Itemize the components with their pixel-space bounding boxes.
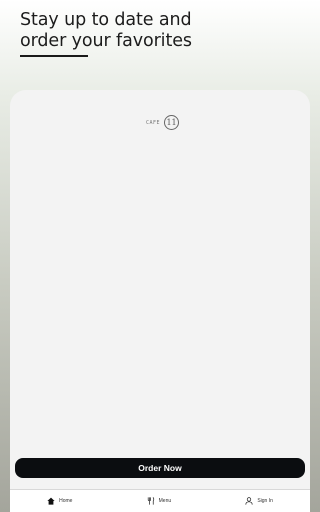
- headline-line-1: Stay up to date and: [20, 10, 192, 30]
- fork-knife-icon: [147, 497, 155, 505]
- content-card: CAFE 11: [10, 90, 310, 490]
- bottom-nav: Home Menu Sign In: [10, 489, 310, 512]
- logo-text: CAFE: [146, 119, 161, 126]
- nav-label-menu: Menu: [158, 498, 172, 504]
- home-icon: [47, 497, 55, 505]
- nav-label-home: Home: [59, 498, 73, 504]
- brand-logo: CAFE 11: [146, 115, 180, 130]
- nav-label-sign-in: Sign In: [257, 498, 273, 504]
- order-now-button[interactable]: Order Now: [15, 458, 305, 478]
- logo-mark: 11: [164, 115, 180, 130]
- nav-item-home[interactable]: Home: [47, 497, 72, 505]
- headline-line-2: order your favorites: [20, 31, 192, 51]
- nav-item-sign-in[interactable]: Sign In: [245, 497, 273, 505]
- headline-underline: [20, 55, 88, 57]
- nav-item-menu[interactable]: Menu: [147, 497, 172, 505]
- headline: Stay up to date and order your favorites: [20, 10, 192, 52]
- user-icon: [245, 497, 253, 505]
